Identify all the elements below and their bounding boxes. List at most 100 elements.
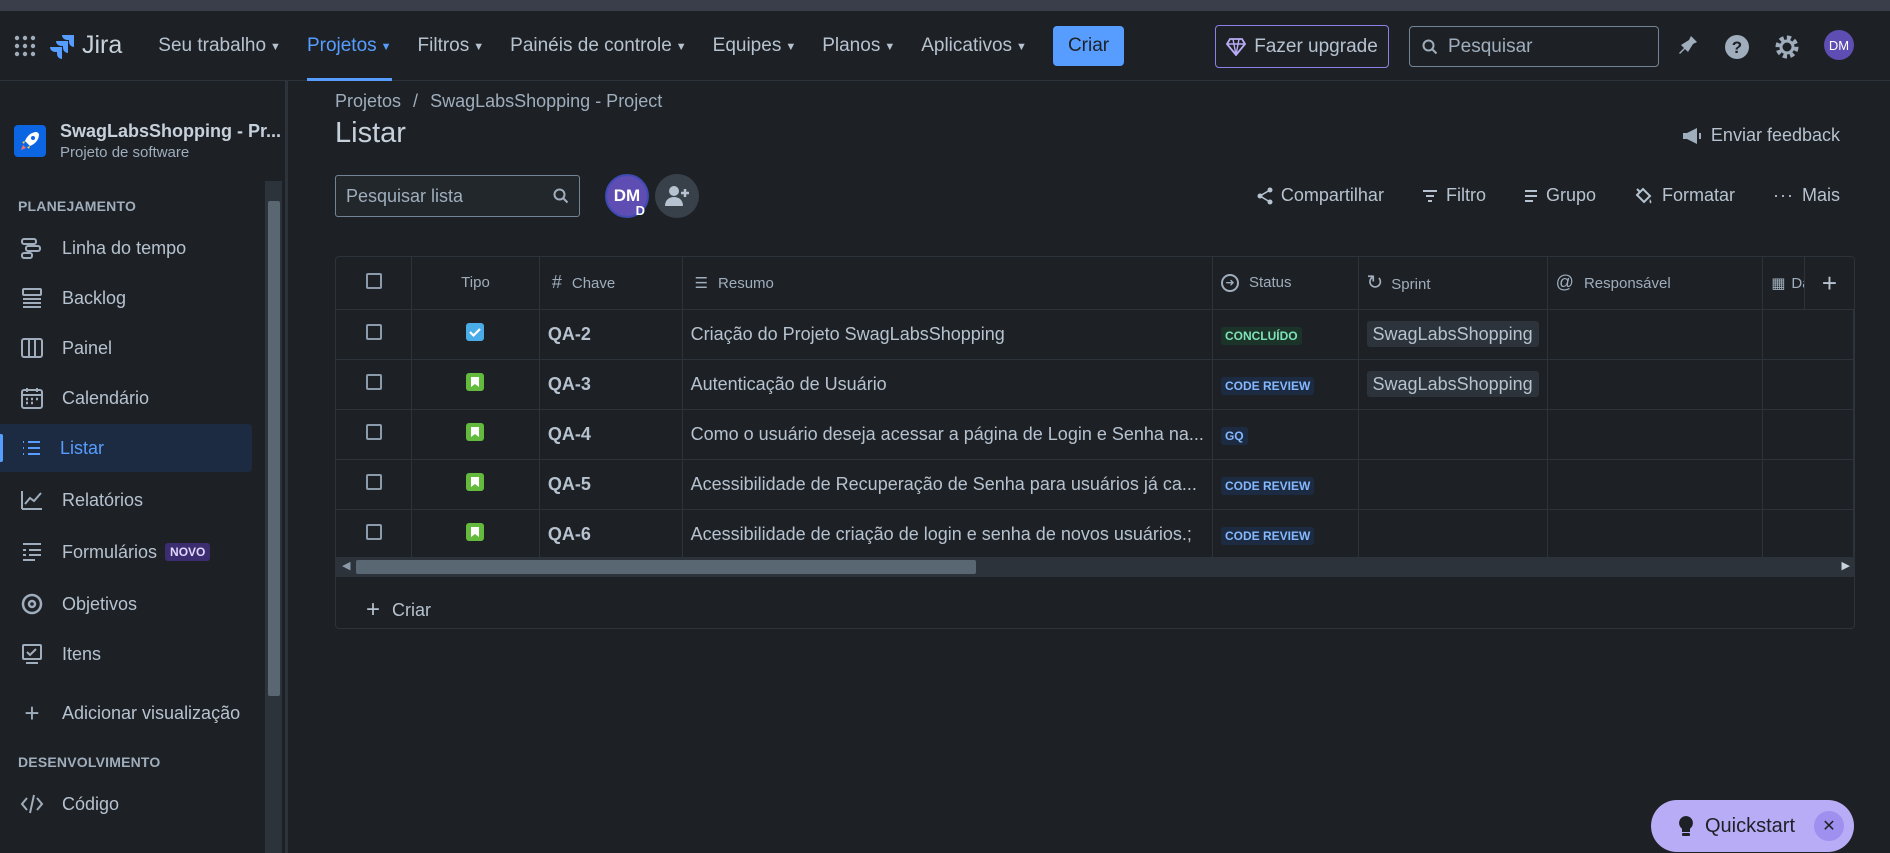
nav-filtros[interactable]: Filtros ▼ [418,11,485,81]
status-cell[interactable]: CODE REVIEW [1212,509,1359,560]
sprint-cell[interactable]: SwagLabsShopping [1358,309,1548,360]
col-status[interactable]: ➜ Status [1212,257,1359,310]
sprint-cell[interactable]: SwagLabsShopping [1358,359,1548,410]
table-row[interactable]: QA-6 Acessibilidade de criação de login … [336,509,1854,560]
sidebar-item-board[interactable]: Painel [0,324,252,372]
global-search[interactable] [1409,26,1659,67]
date-cell[interactable] [1762,309,1854,360]
col-assignee[interactable]: @ Responsável [1547,257,1764,310]
status-cell[interactable]: GQ [1212,409,1359,460]
sidebar-item-backlog[interactable]: Backlog [0,274,252,322]
sidebar-item-list[interactable]: Listar [0,424,252,472]
quickstart-button[interactable]: Quickstart ✕ [1651,800,1854,852]
scroll-right-arrow-icon[interactable]: ▶ [1842,559,1850,572]
row-checkbox[interactable] [365,523,382,540]
sidebar-item-code[interactable]: Código [0,780,252,828]
row-checkbox[interactable] [365,323,382,340]
group-button[interactable]: Grupo [1524,185,1596,206]
search-input[interactable] [1448,35,1648,58]
help-icon[interactable]: ? [1723,33,1751,61]
nav-planos[interactable]: Planos ▼ [822,11,895,81]
issue-key[interactable]: QA-6 [539,509,683,560]
assignee-cell[interactable] [1547,309,1764,360]
story-type-icon [466,422,485,441]
nav-aplicativos[interactable]: Aplicativos ▼ [921,11,1027,81]
settings-gear-icon[interactable] [1773,33,1801,61]
nav-seu-trabalho[interactable]: Seu trabalho ▼ [158,11,281,81]
issue-key[interactable]: QA-5 [539,459,683,510]
nav-equipes[interactable]: Equipes ▼ [713,11,797,81]
plus-icon: + [1821,267,1838,298]
list-search[interactable] [335,175,580,217]
table-row[interactable]: QA-2 Criação do Projeto SwagLabsShopping… [336,309,1854,360]
status-cell[interactable]: CODE REVIEW [1212,459,1359,510]
add-view-button[interactable]: + Adicionar visualização [0,689,252,737]
create-issue-row[interactable]: + Criar [366,598,431,622]
goals-icon [21,593,43,615]
table-scrollbar-thumb[interactable] [356,560,976,574]
upgrade-button[interactable]: Fazer upgrade [1215,25,1389,68]
assignee-avatar-filter[interactable]: DM D [605,174,649,218]
sidebar-item-forms[interactable]: Formulários NOVO [0,528,252,576]
sidebar-item-reports[interactable]: Relatórios [0,476,252,524]
assignee-cell[interactable] [1547,409,1764,460]
col-key[interactable]: # Chave [539,257,683,310]
add-column-button[interactable]: + [1804,257,1854,309]
table-row[interactable]: QA-5 Acessibilidade de Recuperação de Se… [336,459,1854,510]
sidebar-scrollbar-thumb[interactable] [268,201,280,696]
table-row[interactable]: QA-3 Autenticação de Usuário CODE REVIEW… [336,359,1854,410]
issue-summary[interactable]: Acessibilidade de criação de login e sen… [682,509,1213,560]
close-icon[interactable]: ✕ [1814,811,1844,841]
status-cell[interactable]: CODE REVIEW [1212,359,1359,410]
feedback-button[interactable]: Enviar feedback [1681,125,1840,146]
date-cell[interactable] [1762,509,1854,560]
more-button[interactable]: ··· Mais [1773,185,1840,206]
sidebar-item-goals[interactable]: Objetivos [0,580,252,628]
date-cell[interactable] [1762,359,1854,410]
assignee-cell[interactable] [1547,459,1764,510]
add-people-button[interactable] [655,174,699,218]
row-checkbox[interactable] [365,423,382,440]
status-cell[interactable]: CONCLUÍDO [1212,309,1359,360]
row-checkbox[interactable] [365,473,382,490]
nav-paineis[interactable]: Painéis de controle ▼ [510,11,687,81]
date-cell[interactable] [1762,459,1854,510]
create-button[interactable]: Criar [1052,25,1125,66]
issue-key[interactable]: QA-2 [539,309,683,360]
notifications-icon[interactable] [1674,33,1702,61]
sprint-cell[interactable] [1358,409,1548,460]
project-header[interactable]: SwagLabsShopping - Pr... Projeto de soft… [14,121,281,161]
issue-summary[interactable]: Autenticação de Usuário [682,359,1213,410]
scroll-left-arrow-icon[interactable]: ◀ [342,559,350,572]
col-sprint[interactable]: ↻ Sprint [1358,257,1548,310]
assignee-cell[interactable] [1547,509,1764,560]
breadcrumb-project[interactable]: SwagLabsShopping - Project [430,91,662,111]
app-switcher-icon[interactable] [12,33,38,59]
sprint-cell[interactable] [1358,509,1548,560]
sidebar-item-timeline[interactable]: Linha do tempo [0,224,252,272]
nav-projetos[interactable]: Projetos ▼ [306,11,392,81]
share-button[interactable]: Compartilhar [1257,185,1384,206]
issue-summary[interactable]: Como o usuário deseja acessar a página d… [682,409,1213,460]
breadcrumb-projects[interactable]: Projetos [335,91,401,111]
format-button[interactable]: Formatar [1634,185,1735,206]
user-avatar[interactable]: DM [1824,30,1854,60]
issue-key[interactable]: QA-3 [539,359,683,410]
col-type[interactable]: Tipo [411,257,540,310]
filter-button[interactable]: Filtro [1422,185,1486,206]
row-checkbox[interactable] [365,373,382,390]
select-all-checkbox[interactable] [365,272,382,289]
table-row[interactable]: QA-4 Como o usuário deseja acessar a pág… [336,409,1854,460]
issue-summary[interactable]: Acessibilidade de Recuperação de Senha p… [682,459,1213,510]
date-cell[interactable] [1762,409,1854,460]
issue-key[interactable]: QA-4 [539,409,683,460]
list-search-input[interactable] [346,185,536,207]
issue-summary[interactable]: Criação do Projeto SwagLabsShopping [682,309,1213,360]
assignee-cell[interactable] [1547,359,1764,410]
sprint-cell[interactable] [1358,459,1548,510]
col-summary[interactable]: ☰ Resumo [682,257,1213,310]
sidebar-resize-handle[interactable] [286,81,288,853]
sidebar-item-items[interactable]: Itens [0,630,252,678]
sidebar-item-calendar[interactable]: Calendário [0,374,252,422]
jira-logo[interactable]: Jira [50,31,122,60]
